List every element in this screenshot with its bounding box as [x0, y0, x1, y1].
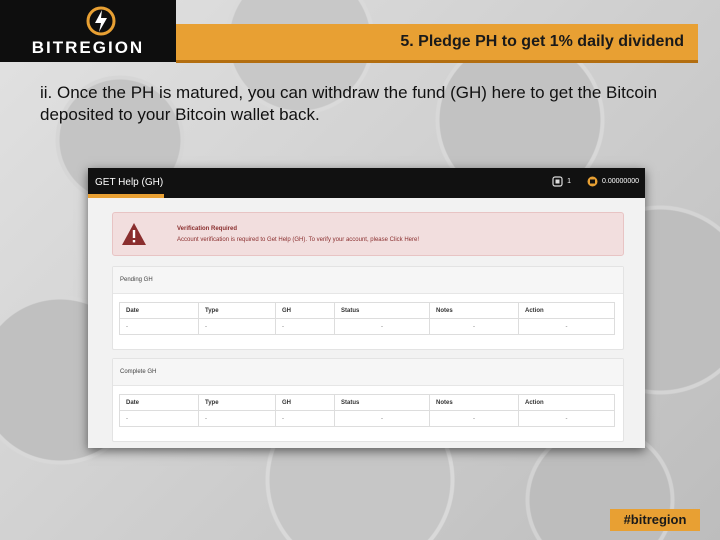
col-notes: Notes — [429, 302, 519, 319]
cell-type: - — [198, 410, 276, 427]
panel-title: GET Help (GH) — [95, 177, 164, 188]
intro-text: ii. Once the PH is matured, you can with… — [40, 83, 658, 124]
cell-action: - — [518, 410, 615, 427]
col-notes: Notes — [429, 394, 519, 411]
notification-icon[interactable] — [552, 176, 563, 187]
pending-gh-title: Pending GH — [113, 267, 623, 294]
col-status: Status — [334, 394, 430, 411]
complete-gh-table: Date Type GH Status Notes Action - - - -… — [119, 394, 615, 427]
col-gh: GH — [275, 302, 335, 319]
wallet-balance: 0.00000000 — [602, 178, 639, 185]
bitregion-logo: BITREGION — [0, 0, 176, 62]
logo-mark-icon — [86, 6, 116, 36]
table-header-row: Date Type GH Status Notes Action — [119, 302, 615, 319]
complete-gh-title: Complete GH — [113, 359, 623, 386]
cell-type: - — [198, 318, 276, 335]
warning-icon — [122, 223, 146, 245]
col-date: Date — [119, 302, 199, 319]
pending-gh-table: Date Type GH Status Notes Action - - - -… — [119, 302, 615, 335]
col-date: Date — [119, 394, 199, 411]
table-header-row: Date Type GH Status Notes Action — [119, 394, 615, 411]
logo-text: BITREGION — [31, 38, 145, 57]
slide-title: 5. Pledge PH to get 1% daily dividend — [400, 33, 684, 50]
col-status: Status — [334, 302, 430, 319]
col-type: Type — [198, 394, 276, 411]
alert-title: Verification Required — [177, 226, 238, 232]
cell-action: - — [518, 318, 615, 335]
col-action: Action — [518, 394, 615, 411]
cell-date: - — [119, 410, 199, 427]
gh-screenshot-panel: GET Help (GH) 1 0.00000000 Verification … — [88, 168, 645, 448]
cell-notes: - — [429, 318, 519, 335]
wallet-icon[interactable] — [587, 176, 598, 187]
alert-message[interactable]: Account verification is required to Get … — [177, 237, 419, 243]
hashtag-badge: #bitregion — [610, 509, 700, 531]
panel-body: Verification Required Account verificati… — [88, 198, 645, 448]
cell-gh: - — [275, 410, 335, 427]
notification-count: 1 — [567, 178, 572, 185]
cell-status: - — [334, 318, 430, 335]
cell-status: - — [334, 410, 430, 427]
cell-gh: - — [275, 318, 335, 335]
verification-alert: Verification Required Account verificati… — [112, 212, 624, 256]
col-gh: GH — [275, 394, 335, 411]
table-row: - - - - - - — [119, 410, 615, 427]
panel-header: GET Help (GH) 1 0.00000000 — [88, 168, 645, 198]
col-type: Type — [198, 302, 276, 319]
col-action: Action — [518, 302, 615, 319]
cell-notes: - — [429, 410, 519, 427]
header-status: 1 0.00000000 — [552, 176, 639, 187]
pending-gh-section: Pending GH Date Type GH Status Notes Act… — [112, 266, 624, 350]
table-row: - - - - - - — [119, 318, 615, 335]
cell-date: - — [119, 318, 199, 335]
slide-title-bar: 5. Pledge PH to get 1% daily dividend — [176, 24, 698, 63]
complete-gh-section: Complete GH Date Type GH Status Notes Ac… — [112, 358, 624, 442]
